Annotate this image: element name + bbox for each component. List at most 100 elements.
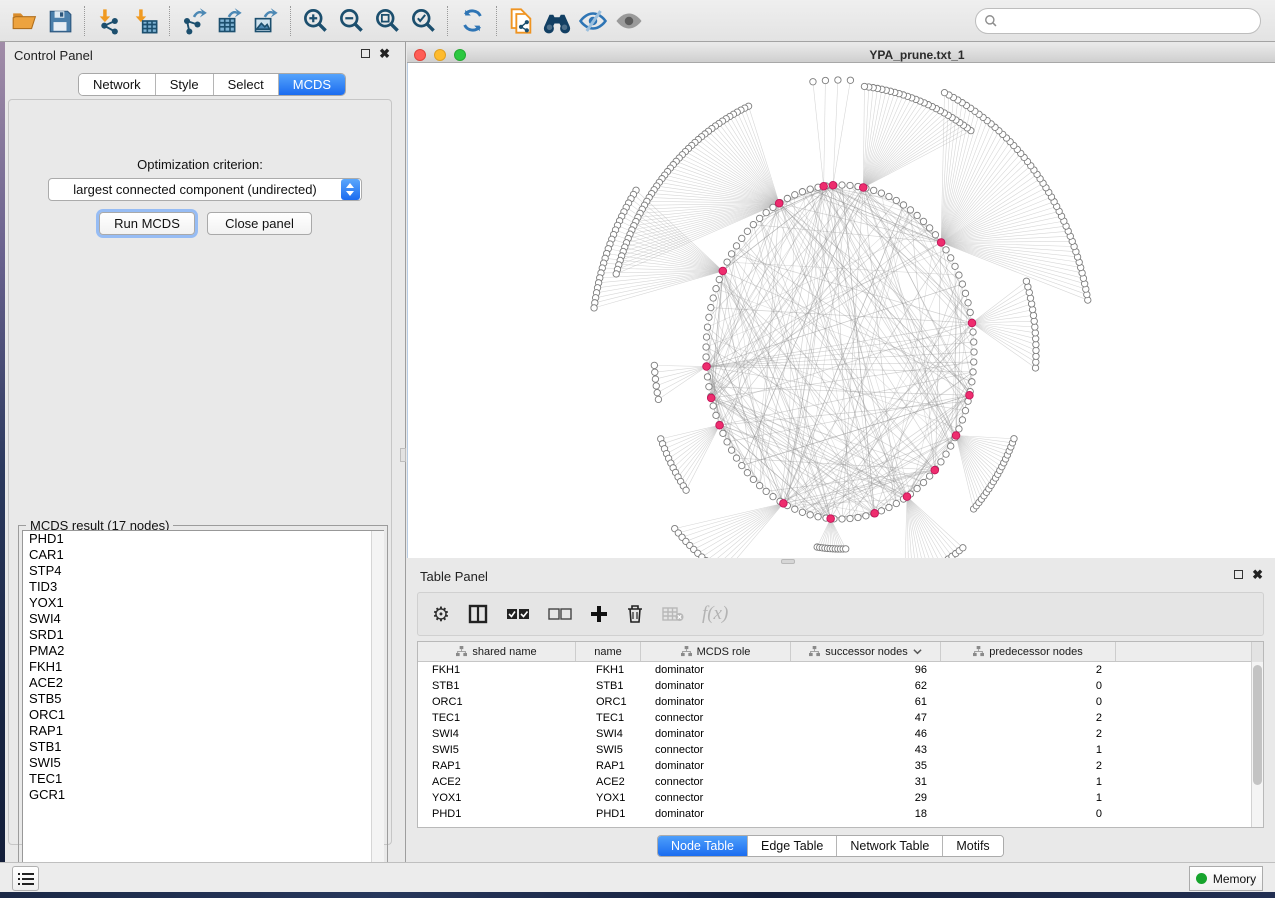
cell-shared-name[interactable]: ORC1 <box>418 694 576 710</box>
mcds-result-item[interactable]: STP4 <box>23 563 383 579</box>
export-image-icon[interactable] <box>248 4 284 38</box>
mcds-result-item[interactable]: TID3 <box>23 579 383 595</box>
table-row[interactable]: SWI4SWI4dominator462 <box>418 726 1263 742</box>
mcds-result-item[interactable]: STB1 <box>23 739 383 755</box>
cell-shared-name[interactable]: SWI4 <box>418 726 576 742</box>
mcds-node[interactable] <box>703 363 711 371</box>
table-row[interactable]: ACE2ACE2connector311 <box>418 774 1263 790</box>
mcds-result-item[interactable]: CAR1 <box>23 547 383 563</box>
table-row[interactable]: YOX1YOX1connector291 <box>418 790 1263 806</box>
import-network-icon[interactable] <box>91 4 127 38</box>
cell-MCDS-role[interactable]: dominator <box>641 806 791 822</box>
memory-button[interactable]: Memory <box>1189 866 1263 891</box>
mcds-node[interactable] <box>775 199 783 207</box>
select-all-icon[interactable] <box>506 599 530 629</box>
mcds-result-item[interactable]: PHD1 <box>23 531 383 547</box>
table-row[interactable]: RAP1RAP1dominator352 <box>418 758 1263 774</box>
open-session-icon[interactable] <box>6 4 42 38</box>
cell-successor-nodes[interactable]: 35 <box>791 758 941 774</box>
cell-successor-nodes[interactable]: 31 <box>791 774 941 790</box>
cell-MCDS-role[interactable]: connector <box>641 710 791 726</box>
mcds-list-scrollbar[interactable] <box>371 531 384 884</box>
cell-predecessor-nodes[interactable]: 1 <box>941 742 1116 758</box>
close-panel-icon[interactable]: ✖ <box>1252 570 1263 579</box>
network-canvas[interactable] <box>407 63 1275 558</box>
zoom-fit-icon[interactable] <box>369 4 405 38</box>
mcds-result-item[interactable]: STB5 <box>23 691 383 707</box>
mcds-node[interactable] <box>859 184 867 192</box>
cell-successor-nodes[interactable]: 43 <box>791 742 941 758</box>
table-row[interactable]: TEC1TEC1connector472 <box>418 710 1263 726</box>
search-input[interactable] <box>998 14 1260 28</box>
cell-name[interactable]: PHD1 <box>576 806 641 822</box>
close-window-icon[interactable] <box>414 49 426 61</box>
refresh-icon[interactable] <box>454 4 490 38</box>
cell-name[interactable]: FKH1 <box>576 662 641 678</box>
tab-network[interactable]: Network <box>79 74 156 95</box>
column-header-successor-nodes[interactable]: successor nodes <box>791 642 941 661</box>
cell-MCDS-role[interactable]: dominator <box>641 758 791 774</box>
table-settings-icon[interactable]: ⚙ <box>432 599 450 629</box>
clone-network-icon[interactable] <box>503 4 539 38</box>
add-column-icon[interactable] <box>590 599 608 629</box>
mcds-result-item[interactable]: ORC1 <box>23 707 383 723</box>
zoom-window-icon[interactable] <box>454 49 466 61</box>
cell-MCDS-role[interactable]: connector <box>641 742 791 758</box>
show-graphics-icon[interactable] <box>611 4 647 38</box>
cell-name[interactable]: SWI5 <box>576 742 641 758</box>
mcds-node[interactable] <box>937 239 945 247</box>
mcds-result-item[interactable]: ACE2 <box>23 675 383 691</box>
cell-shared-name[interactable]: FKH1 <box>418 662 576 678</box>
hide-graphics-icon[interactable] <box>575 4 611 38</box>
cell-shared-name[interactable]: RAP1 <box>418 758 576 774</box>
tab-style[interactable]: Style <box>156 74 214 95</box>
cell-successor-nodes[interactable]: 62 <box>791 678 941 694</box>
cell-shared-name[interactable]: PHD1 <box>418 806 576 822</box>
cell-shared-name[interactable]: TEC1 <box>418 710 576 726</box>
cell-successor-nodes[interactable]: 18 <box>791 806 941 822</box>
cell-predecessor-nodes[interactable]: 1 <box>941 790 1116 806</box>
mcds-node[interactable] <box>719 267 727 275</box>
criterion-dropdown[interactable]: largest connected component (undirected) <box>48 178 362 201</box>
cell-successor-nodes[interactable]: 29 <box>791 790 941 806</box>
cell-name[interactable]: TEC1 <box>576 710 641 726</box>
tab-node-table[interactable]: Node Table <box>658 836 748 856</box>
search-field[interactable] <box>975 8 1261 34</box>
mcds-node[interactable] <box>931 466 939 474</box>
panel-list-button[interactable] <box>12 866 39 891</box>
cell-MCDS-role[interactable]: dominator <box>641 726 791 742</box>
column-header-MCDS-role[interactable]: MCDS role <box>641 642 791 661</box>
mcds-result-item[interactable]: TEC1 <box>23 771 383 787</box>
cell-shared-name[interactable]: YOX1 <box>418 790 576 806</box>
column-header-name[interactable]: name <box>576 642 641 661</box>
cell-MCDS-role[interactable]: connector <box>641 790 791 806</box>
mcds-result-item[interactable]: FKH1 <box>23 659 383 675</box>
tab-motifs[interactable]: Motifs <box>943 836 1002 856</box>
save-session-icon[interactable] <box>42 4 78 38</box>
column-header-predecessor-nodes[interactable]: predecessor nodes <box>941 642 1116 661</box>
tab-mcds[interactable]: MCDS <box>279 74 345 95</box>
mcds-result-item[interactable]: SWI5 <box>23 755 383 771</box>
tab-network-table[interactable]: Network Table <box>837 836 943 856</box>
mcds-node[interactable] <box>829 181 837 189</box>
cell-name[interactable]: ORC1 <box>576 694 641 710</box>
network-window-titlebar[interactable]: YPA_prune.txt_1 <box>407 44 1275 63</box>
table-scrollbar[interactable] <box>1251 662 1263 827</box>
cell-name[interactable]: YOX1 <box>576 790 641 806</box>
cell-shared-name[interactable]: STB1 <box>418 678 576 694</box>
mcds-node[interactable] <box>952 432 960 440</box>
mcds-node[interactable] <box>968 319 976 327</box>
splitter-grip[interactable] <box>781 559 795 564</box>
cell-successor-nodes[interactable]: 96 <box>791 662 941 678</box>
cell-MCDS-role[interactable]: connector <box>641 774 791 790</box>
cell-name[interactable]: RAP1 <box>576 758 641 774</box>
splitter-grip[interactable] <box>400 448 406 462</box>
mcds-result-item[interactable]: RAP1 <box>23 723 383 739</box>
cell-shared-name[interactable]: ACE2 <box>418 774 576 790</box>
cell-name[interactable]: STB1 <box>576 678 641 694</box>
mcds-result-item[interactable]: YOX1 <box>23 595 383 611</box>
mcds-node[interactable] <box>966 391 974 399</box>
show-columns-icon[interactable] <box>468 599 488 629</box>
zoom-out-icon[interactable] <box>333 4 369 38</box>
cell-predecessor-nodes[interactable]: 2 <box>941 726 1116 742</box>
